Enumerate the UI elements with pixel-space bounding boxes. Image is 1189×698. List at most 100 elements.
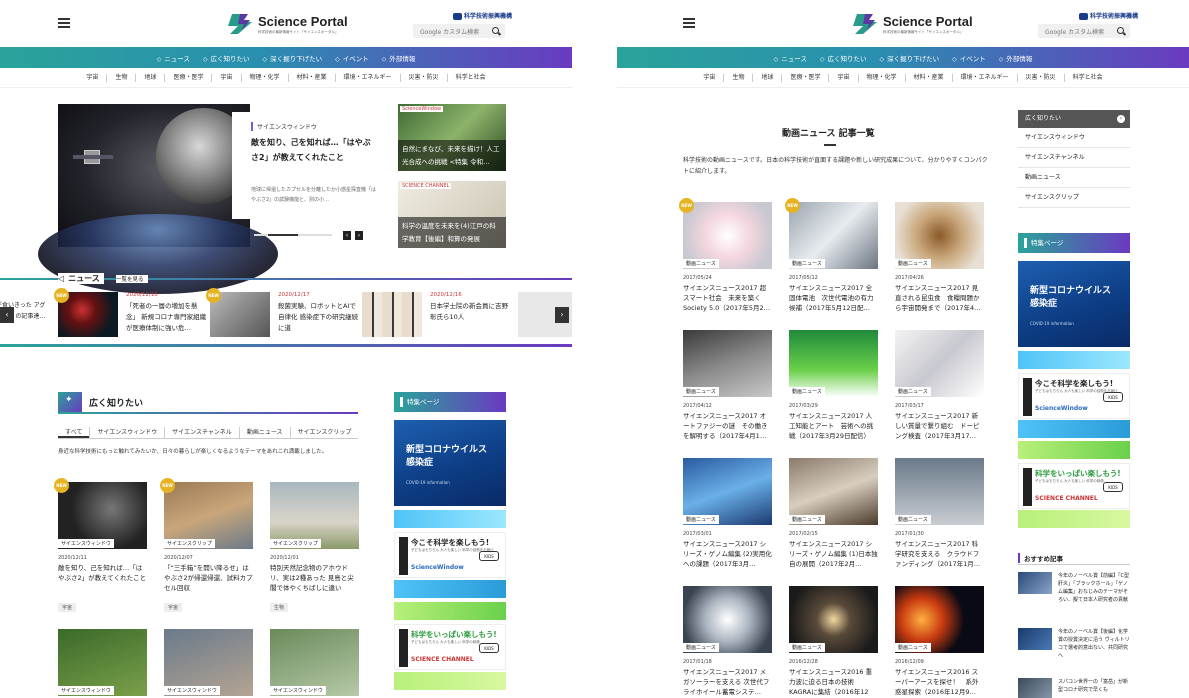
video-title: サイエンスニュース2017 超スマート社会 未来を築くSociety 5.0（2… <box>683 284 771 312</box>
corona-sub: COVID-19 information <box>1030 321 1074 326</box>
video-category: 動画ニュース <box>683 259 719 268</box>
article-date: 2020/12/11 <box>58 555 87 561</box>
sciencewindow-logo: ScienceWindow <box>400 106 444 112</box>
search-icon[interactable] <box>1117 27 1124 34</box>
news-date: 2020/12/18 <box>126 292 158 298</box>
news-prev-button[interactable]: ‹ <box>0 307 14 323</box>
new-badge: NEW <box>206 288 221 303</box>
article-tag[interactable]: 宇宙 <box>164 603 183 612</box>
new-badge: NEW <box>54 478 69 493</box>
banner-title: 科学をいっぱい楽しもう! <box>1035 469 1121 478</box>
agency-logo[interactable]: 科学技術振興機構 <box>453 11 512 20</box>
video-category: 動画ニュース <box>789 259 825 268</box>
article-tag[interactable]: 生物 <box>270 603 289 612</box>
hamburger-menu-icon[interactable] <box>683 18 695 28</box>
category-link[interactable]: 科学と社会 <box>446 73 494 82</box>
side-tile[interactable]: SCIENCE CHANNEL 科学の温度を未来を(4)江戸の科学教育【後編】和… <box>398 181 506 248</box>
category-link[interactable]: 科学と社会 <box>1063 73 1111 82</box>
sidebar-menu-heading[interactable]: 広く知りたい › <box>1018 110 1130 128</box>
hero-text-box[interactable]: サイエンスウィンドウ 敵を知り、己を知れば…「はやぶさ2」が教えてくれたこと 地… <box>232 112 381 219</box>
article-tag[interactable]: 宇宙 <box>58 603 77 612</box>
video-date: 2017/04/12 <box>683 403 712 409</box>
sidebar-item-sciencewindow[interactable]: サイエンスウィンドウ <box>1018 128 1130 148</box>
sidebar-item-video-news[interactable]: 動画ニュース <box>1018 168 1130 188</box>
decor-stripe <box>394 510 506 528</box>
category-link[interactable]: 宇宙 <box>211 73 240 82</box>
site-logo[interactable]: Science Portal 科学技術の最新情報サイト「サイエンスポータル」 <box>228 12 348 40</box>
category-link[interactable]: 宇宙 <box>828 73 857 82</box>
recommended-item[interactable]: スパコン世界一の「富岳」が新型コロナ研究で早くも <box>1018 678 1130 698</box>
nav-item-events[interactable]: イベント <box>952 53 986 63</box>
tab-scienceclip[interactable]: サイエンスクリップ <box>289 427 359 438</box>
hero-image[interactable] <box>38 104 278 294</box>
category-link[interactable]: 物理・化学 <box>240 73 288 82</box>
recommended-item[interactable]: 今年のノーベル賞【後編】化学賞の授賞決定に沿う ヴィルトリコで選考的意出ない、共… <box>1018 628 1130 658</box>
nav-item-deep[interactable]: 深く掘り下げたい <box>880 53 939 63</box>
decor-stripe <box>394 672 506 690</box>
category-link[interactable]: 生物 <box>106 73 135 82</box>
category-link[interactable]: 宇宙 <box>695 74 723 82</box>
video-category: 動画ニュース <box>895 643 931 652</box>
news-item[interactable]: NEW 2020/12/18 「死者の一層の増加を懸念」 新規コロナ専門家組織が… <box>54 288 208 338</box>
category-link[interactable]: 災害・防災 <box>399 73 447 82</box>
video-title: サイエンスニュース2017 人工知能とアート 芸術への挑戦（2017年3月29日… <box>789 412 874 440</box>
sidebar-item-sciencechannel[interactable]: サイエンスチャンネル <box>1018 148 1130 168</box>
category-link[interactable]: 材料・産業 <box>287 73 335 82</box>
corona-banner[interactable]: 新型コロナウイルス 感染症 COVID-19 information <box>394 420 506 506</box>
logo-text: Science Portal <box>883 14 973 29</box>
recommended-item[interactable]: 今年のノーベル賞【前編】「C型肝炎」「ブラックホール」「ゲノム編集」おなじみのテ… <box>1018 572 1130 602</box>
tab-sciencechannel[interactable]: サイエンスチャンネル <box>164 427 239 438</box>
category-link[interactable]: 環境・エネルギー <box>334 73 400 82</box>
news-more-link[interactable]: 一覧を見る <box>116 275 148 283</box>
tab-sciencewindow[interactable]: サイエンスウィンドウ <box>89 427 164 438</box>
news-next-button[interactable]: › <box>555 307 569 323</box>
tab-all[interactable]: すべて <box>58 427 90 438</box>
search-icon[interactable] <box>492 27 499 34</box>
hero-category: サイエンスウィンドウ <box>251 122 317 131</box>
category-link[interactable]: 災害・防災 <box>1016 73 1064 82</box>
sidebar-item-scienceclip[interactable]: サイエンスクリップ <box>1018 188 1130 208</box>
news-item[interactable]: NEW 2020/12/17 殺菌実験、ロボットとAIで自律化 感染症下の研究継… <box>206 288 360 338</box>
sciencechannel-kids-banner[interactable]: 科学をいっぱい楽しもう! 子どもはもちろん 大人も楽しい 科学の映像 SCIEN… <box>1018 463 1130 509</box>
category-link[interactable]: 地球 <box>752 73 781 82</box>
nav-item-learn[interactable]: 広く知りたい <box>203 53 250 63</box>
sciencewindow-kids-banner[interactable]: 今こそ科学を楽しもう! 子どもはもちろん 大人も楽しい 科学の話題をお届け Sc… <box>1018 373 1130 419</box>
search-input[interactable]: Google カスタム検索 <box>1038 24 1130 38</box>
category-link[interactable]: 宇宙 <box>78 74 106 82</box>
recommended-divider <box>1018 564 1130 565</box>
nav-item-external[interactable]: 外部情報 <box>999 53 1032 63</box>
sciencewindow-kids-banner[interactable]: 今こそ科学を楽しもう! 子どもはもちろん 大人も楽しい 科学の話題をお届け Sc… <box>394 532 506 578</box>
nav-item-events[interactable]: イベント <box>335 53 369 63</box>
sciencechannel-kids-banner[interactable]: 科学をいっぱい楽しもう! 子どもはもちろん 大人も楽しい 科学の映像 SCIEN… <box>394 624 506 670</box>
nav-item-external[interactable]: 外部情報 <box>382 53 415 63</box>
nav-item-news[interactable]: ニュース <box>774 53 807 63</box>
article-title: 「“三手箱”を開い降るせ」はやぶさ2が帰還帰還、試料カプセル回収 <box>164 564 253 592</box>
video-date: 2017/05/24 <box>683 275 712 281</box>
category-link[interactable]: 材料・産業 <box>904 73 952 82</box>
category-link[interactable]: 物理・化学 <box>857 73 905 82</box>
hero-title[interactable]: 敵を知り、己を知れば…「はやぶさ2」が教えてくれたこと <box>251 135 371 165</box>
video-date: 2017/03/01 <box>683 531 712 537</box>
category-link[interactable]: 生物 <box>723 73 752 82</box>
corona-line1: 新型コロナウイルス <box>1030 286 1112 296</box>
video-date: 2017/04/26 <box>895 275 924 281</box>
category-link[interactable]: 地球 <box>135 73 164 82</box>
category-link[interactable]: 環境・エネルギー <box>951 73 1017 82</box>
news-item[interactable]: 2020/12/16 日本学士院の新会員に吉野彰氏ら10人 <box>362 292 512 338</box>
banner-title: 今こそ科学を楽しもう! <box>411 538 490 547</box>
search-input[interactable]: Google カスタム検索 <box>413 24 505 38</box>
category-link[interactable]: 医療・医学 <box>164 73 211 82</box>
slider-prev-button[interactable]: ‹ <box>343 231 351 240</box>
agency-logo[interactable]: 科学技術振興機構 <box>1079 11 1138 20</box>
decor-stripe <box>1018 420 1130 438</box>
nav-item-deep[interactable]: 深く掘り下げたい <box>263 53 322 63</box>
nav-item-learn[interactable]: 広く知りたい <box>820 53 867 63</box>
side-tile[interactable]: ScienceWindow 自然にまなび、未来を描け！人工光合成への挑戦 <特集… <box>398 104 506 171</box>
corona-banner[interactable]: 新型コロナウイルス 感染症 COVID-19 information <box>1018 261 1130 347</box>
hamburger-menu-icon[interactable] <box>58 18 70 28</box>
nav-item-news[interactable]: ニュース <box>157 53 190 63</box>
site-logo[interactable]: Science Portal 科学技術の最新情報サイト「サイエンスポータル」 <box>853 12 973 40</box>
tab-video-news[interactable]: 動画ニュース <box>238 427 290 438</box>
category-link[interactable]: 医療・医学 <box>781 73 828 82</box>
slider-next-button[interactable]: › <box>355 231 363 240</box>
